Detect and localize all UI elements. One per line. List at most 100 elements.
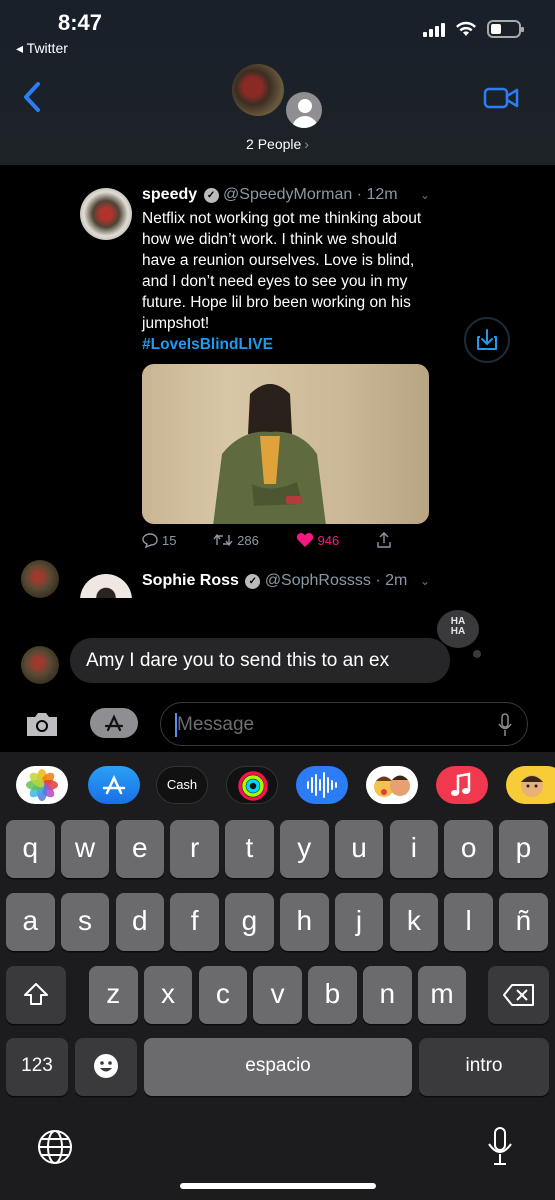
shift-icon: [24, 983, 48, 1005]
shift-key[interactable]: [6, 966, 66, 1024]
key-r[interactable]: r: [170, 820, 219, 878]
audio-message-app-button[interactable]: [296, 766, 348, 804]
retweet-icon: [213, 533, 233, 547]
key-m[interactable]: m: [417, 966, 467, 1024]
key-x[interactable]: x: [143, 966, 193, 1024]
tweet-menu-chevron-icon[interactable]: ⌄: [420, 188, 430, 202]
share-tweet-action[interactable]: [376, 532, 392, 548]
haha-tapback[interactable]: HA HA: [437, 610, 481, 658]
message-bubble[interactable]: Amy I dare you to send this to an ex: [70, 638, 450, 683]
verified-icon: ✓: [203, 188, 219, 203]
shared-tweet-card[interactable]: speedy ✓ @SpeedyMorman · 12m ⌄ Netflix n…: [68, 176, 446, 568]
delete-icon: [502, 984, 534, 1006]
key-b[interactable]: b: [308, 966, 357, 1024]
share-icon: [477, 329, 497, 350]
tweet-photo[interactable]: [142, 364, 429, 524]
music-app-button[interactable]: [436, 766, 488, 804]
upload-icon: [377, 532, 391, 548]
animoji-icon: [521, 775, 543, 797]
message-field[interactable]: [160, 702, 528, 746]
tweet-author-avatar[interactable]: [80, 188, 132, 240]
tweet-hashtag[interactable]: #LoveIsBlindLIVE: [142, 336, 273, 353]
key-n[interactable]: n: [363, 966, 412, 1024]
sender-avatar[interactable]: [21, 646, 59, 684]
key-f[interactable]: f: [170, 893, 219, 951]
key-k[interactable]: k: [389, 893, 439, 951]
like-action[interactable]: 946: [296, 532, 339, 548]
back-to-app-link[interactable]: ◂ Twitter: [16, 40, 68, 57]
key-y[interactable]: y: [280, 820, 329, 878]
key-i[interactable]: i: [389, 820, 439, 878]
key-q[interactable]: q: [6, 820, 55, 878]
keyboard: q w e r t y u i o p a s d f g h j k l ñ z x c v b n m 123 espacio int…: [0, 820, 555, 1200]
tweet-author-name: speedy: [142, 186, 198, 203]
save-share-button[interactable]: [464, 317, 510, 363]
sender-avatar[interactable]: [21, 560, 59, 598]
key-p[interactable]: p: [499, 820, 548, 878]
photos-app-button[interactable]: [16, 766, 68, 804]
key-z[interactable]: z: [89, 966, 138, 1024]
reply-icon: [142, 532, 158, 548]
key-u[interactable]: u: [334, 820, 384, 878]
animoji-app-button[interactable]: [506, 766, 555, 804]
reply-action[interactable]: 15: [142, 533, 176, 548]
key-o[interactable]: o: [444, 820, 493, 878]
fitness-app-button[interactable]: [226, 766, 278, 804]
globe-key[interactable]: [36, 1128, 74, 1166]
numbers-key[interactable]: 123: [6, 1038, 68, 1096]
key-e[interactable]: e: [115, 820, 165, 878]
people-count-label: 2 People: [246, 136, 302, 152]
tweet2-author-avatar[interactable]: [80, 574, 132, 598]
home-indicator[interactable]: [180, 1183, 376, 1189]
tweet2-menu-chevron-icon[interactable]: ⌄: [420, 574, 430, 588]
music-note-icon: [451, 772, 471, 796]
contact-avatar-2[interactable]: [284, 90, 324, 130]
key-s[interactable]: s: [60, 893, 110, 951]
key-t[interactable]: t: [225, 820, 274, 878]
key-l[interactable]: l: [444, 893, 493, 951]
delete-key[interactable]: [488, 966, 549, 1024]
tweet-author-line: speedy ✓ @SpeedyMorman · 12m: [142, 186, 398, 204]
apple-cash-app-button[interactable]: Cash: [156, 766, 208, 804]
status-icons: [423, 20, 524, 38]
retweet-count: 286: [237, 532, 259, 548]
return-key[interactable]: intro: [419, 1038, 549, 1096]
shared-tweet-card-2[interactable]: Sophie Ross ✓ @SophRossss · 2m ⌄: [68, 566, 446, 598]
key-d[interactable]: d: [115, 893, 165, 951]
key-c[interactable]: c: [198, 966, 248, 1024]
emoji-key[interactable]: [75, 1038, 137, 1096]
message-input[interactable]: [177, 713, 477, 737]
key-v[interactable]: v: [253, 966, 302, 1024]
key-g[interactable]: g: [225, 893, 274, 951]
key-w[interactable]: w: [60, 820, 110, 878]
contact-avatar-1[interactable]: [232, 64, 284, 116]
key-h[interactable]: h: [280, 893, 329, 951]
chevron-right-icon: ›: [304, 136, 309, 152]
group-details-link[interactable]: 2 People ›: [0, 136, 555, 152]
photo-person-illustration: [213, 384, 326, 524]
conversation-header: 8:47 ◂ Twitter 2 People ›: [0, 0, 555, 165]
key-a[interactable]: a: [6, 893, 55, 951]
battery-icon: [487, 20, 524, 38]
photos-icon: [26, 769, 58, 801]
tweet-body: Netflix not working got me thinking abou…: [142, 208, 432, 355]
mic-icon: [488, 1127, 512, 1165]
app-store-button[interactable]: [90, 708, 138, 738]
mic-icon[interactable]: [497, 713, 513, 737]
tweet2-author-line: Sophie Ross ✓ @SophRossss · 2m: [142, 572, 407, 590]
status-time: 8:47: [58, 10, 103, 35]
dictation-key[interactable]: [486, 1126, 514, 1166]
verified-icon: ✓: [245, 574, 261, 589]
key-ñ[interactable]: ñ: [499, 893, 548, 951]
retweet-action[interactable]: 286: [213, 533, 259, 548]
globe-icon: [38, 1130, 72, 1164]
camera-icon[interactable]: [24, 710, 60, 738]
back-chevron-icon[interactable]: [18, 80, 48, 114]
space-key[interactable]: espacio: [144, 1038, 412, 1096]
composer-bar: [0, 696, 555, 752]
key-j[interactable]: j: [334, 893, 384, 951]
wifi-icon: [456, 21, 476, 36]
video-camera-icon[interactable]: [483, 86, 519, 110]
memoji-stickers-app-button[interactable]: [366, 766, 418, 804]
app-store-app-button[interactable]: [88, 766, 140, 804]
